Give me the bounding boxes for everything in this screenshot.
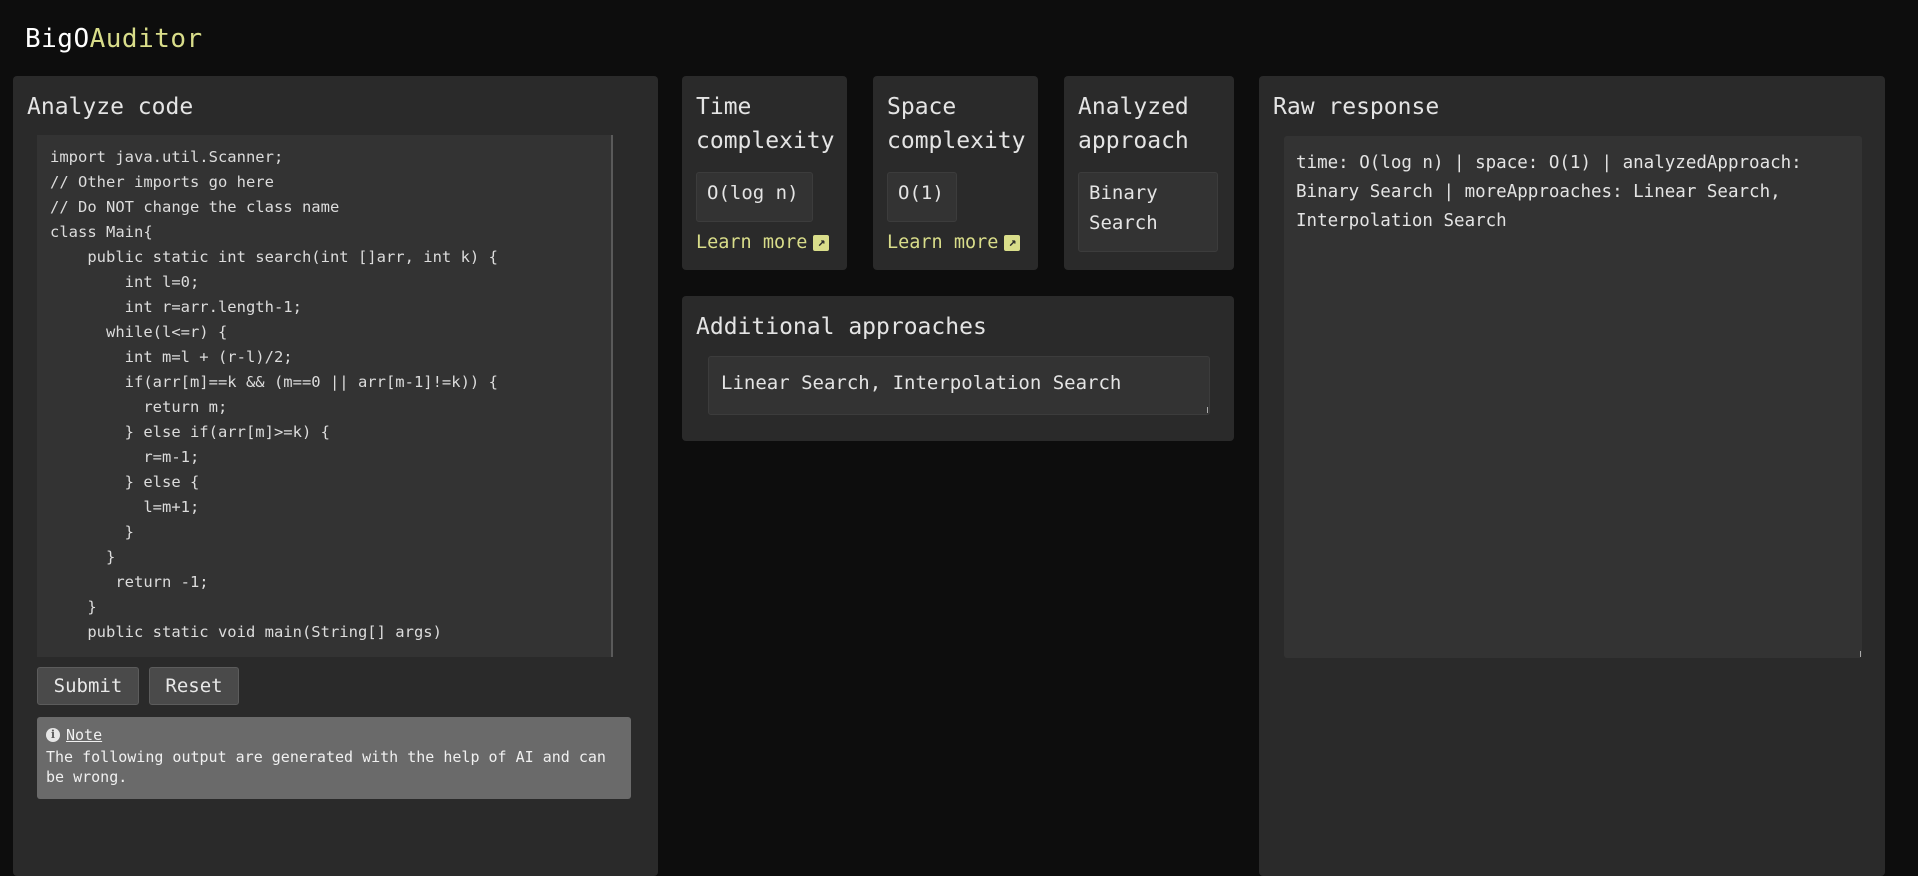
raw-response-title: Raw response bbox=[1273, 94, 1440, 120]
time-complexity-title: Time complexity bbox=[696, 94, 835, 154]
space-learn-more-link[interactable]: Learn more ↗ bbox=[887, 232, 1021, 253]
analyzed-approach-value: Binary Search bbox=[1078, 172, 1218, 252]
analyzed-approach-card: Analyzed approach Binary Search bbox=[1064, 76, 1234, 270]
logo-part-auditor: Auditor bbox=[89, 24, 203, 54]
resize-handle[interactable] bbox=[1203, 407, 1208, 413]
reset-button[interactable]: Reset bbox=[149, 667, 239, 705]
time-complexity-value: O(log n) bbox=[696, 172, 813, 222]
analyze-code-panel: Analyze code import java.util.Scanner; /… bbox=[13, 76, 658, 876]
code-editor[interactable]: import java.util.Scanner; // Other impor… bbox=[37, 135, 613, 657]
info-icon: i bbox=[46, 728, 60, 742]
space-learn-more-label: Learn more bbox=[887, 232, 999, 253]
ai-note: i Note The following output are generate… bbox=[37, 717, 631, 799]
time-complexity-card: Time complexity O(log n) Learn more ↗ bbox=[682, 76, 847, 270]
time-learn-more-label: Learn more bbox=[696, 232, 808, 253]
external-link-icon: ↗ bbox=[1004, 234, 1021, 251]
space-complexity-card: Space complexity O(1) Learn more ↗ bbox=[873, 76, 1038, 270]
external-link-icon: ↗ bbox=[813, 234, 830, 251]
space-complexity-value: O(1) bbox=[887, 172, 957, 222]
note-text: The following output are generated with … bbox=[46, 748, 606, 786]
additional-approaches-field[interactable]: Linear Search, Interpolation Search bbox=[708, 356, 1210, 415]
resize-handle[interactable] bbox=[1856, 651, 1861, 657]
code-text[interactable]: import java.util.Scanner; // Other impor… bbox=[50, 145, 611, 645]
app-logo[interactable]: BigOAuditor bbox=[25, 24, 203, 54]
additional-approaches-title: Additional approaches bbox=[696, 314, 987, 340]
raw-response-text: time: O(log n) | space: O(1) | analyzedA… bbox=[1296, 153, 1802, 231]
logo-part-bigo: BigO bbox=[25, 24, 90, 54]
submit-button[interactable]: Submit bbox=[37, 667, 139, 705]
space-complexity-title: Space complexity bbox=[887, 94, 1026, 154]
time-learn-more-link[interactable]: Learn more ↗ bbox=[696, 232, 830, 253]
analyzed-approach-title: Analyzed approach bbox=[1078, 94, 1189, 154]
raw-response-field[interactable]: time: O(log n) | space: O(1) | analyzedA… bbox=[1284, 136, 1862, 658]
analyze-code-title: Analyze code bbox=[27, 94, 194, 120]
raw-response-panel: Raw response time: O(log n) | space: O(1… bbox=[1259, 76, 1885, 876]
note-label[interactable]: Note bbox=[66, 725, 102, 745]
additional-approaches-value: Linear Search, Interpolation Search bbox=[721, 372, 1122, 394]
additional-approaches-panel: Additional approaches Linear Search, Int… bbox=[682, 296, 1234, 441]
